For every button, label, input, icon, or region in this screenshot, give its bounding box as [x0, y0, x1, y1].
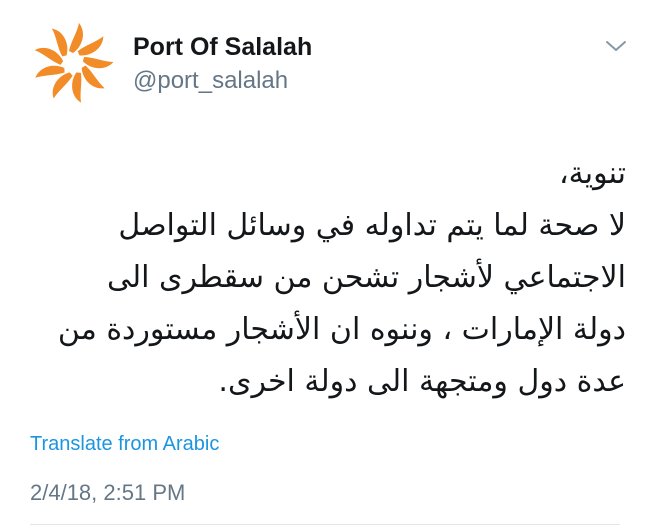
logo-petal [81, 65, 105, 89]
translate-link[interactable]: Translate from Arabic [30, 433, 219, 456]
tweet-line: عدة دول ومتجهة الى دولة اخرى. [218, 364, 626, 399]
logo-petal [69, 23, 84, 53]
tweet-text: تنوية، لا صحة لما يتم تداوله في وسائل ال… [26, 148, 626, 408]
tweet-line: لا صحة لما يتم تداوله في وسائل التواصل [118, 208, 626, 243]
tweet-line: الاجتماعي لأشجار تشحن من سقطرى الى [106, 260, 626, 295]
account-handle[interactable]: @port_salalah [133, 66, 312, 96]
divider [30, 524, 620, 525]
tweet-line: تنوية، [558, 156, 626, 191]
tweet-line: دولة الإمارات ، وننوه ان الأشجار مستوردة… [57, 312, 626, 347]
tweet-card: Port Of Salalah @port_salalah تنوية، لا … [0, 0, 650, 530]
account-names[interactable]: Port Of Salalah @port_salalah [133, 32, 312, 96]
tweet-header: Port Of Salalah @port_salalah [30, 20, 630, 110]
chevron-down-icon[interactable] [604, 38, 628, 54]
sunburst-logo-icon[interactable] [30, 20, 116, 106]
tweet-timestamp[interactable]: 2/4/18, 2:51 PM [30, 480, 185, 506]
display-name[interactable]: Port Of Salalah [133, 32, 312, 62]
